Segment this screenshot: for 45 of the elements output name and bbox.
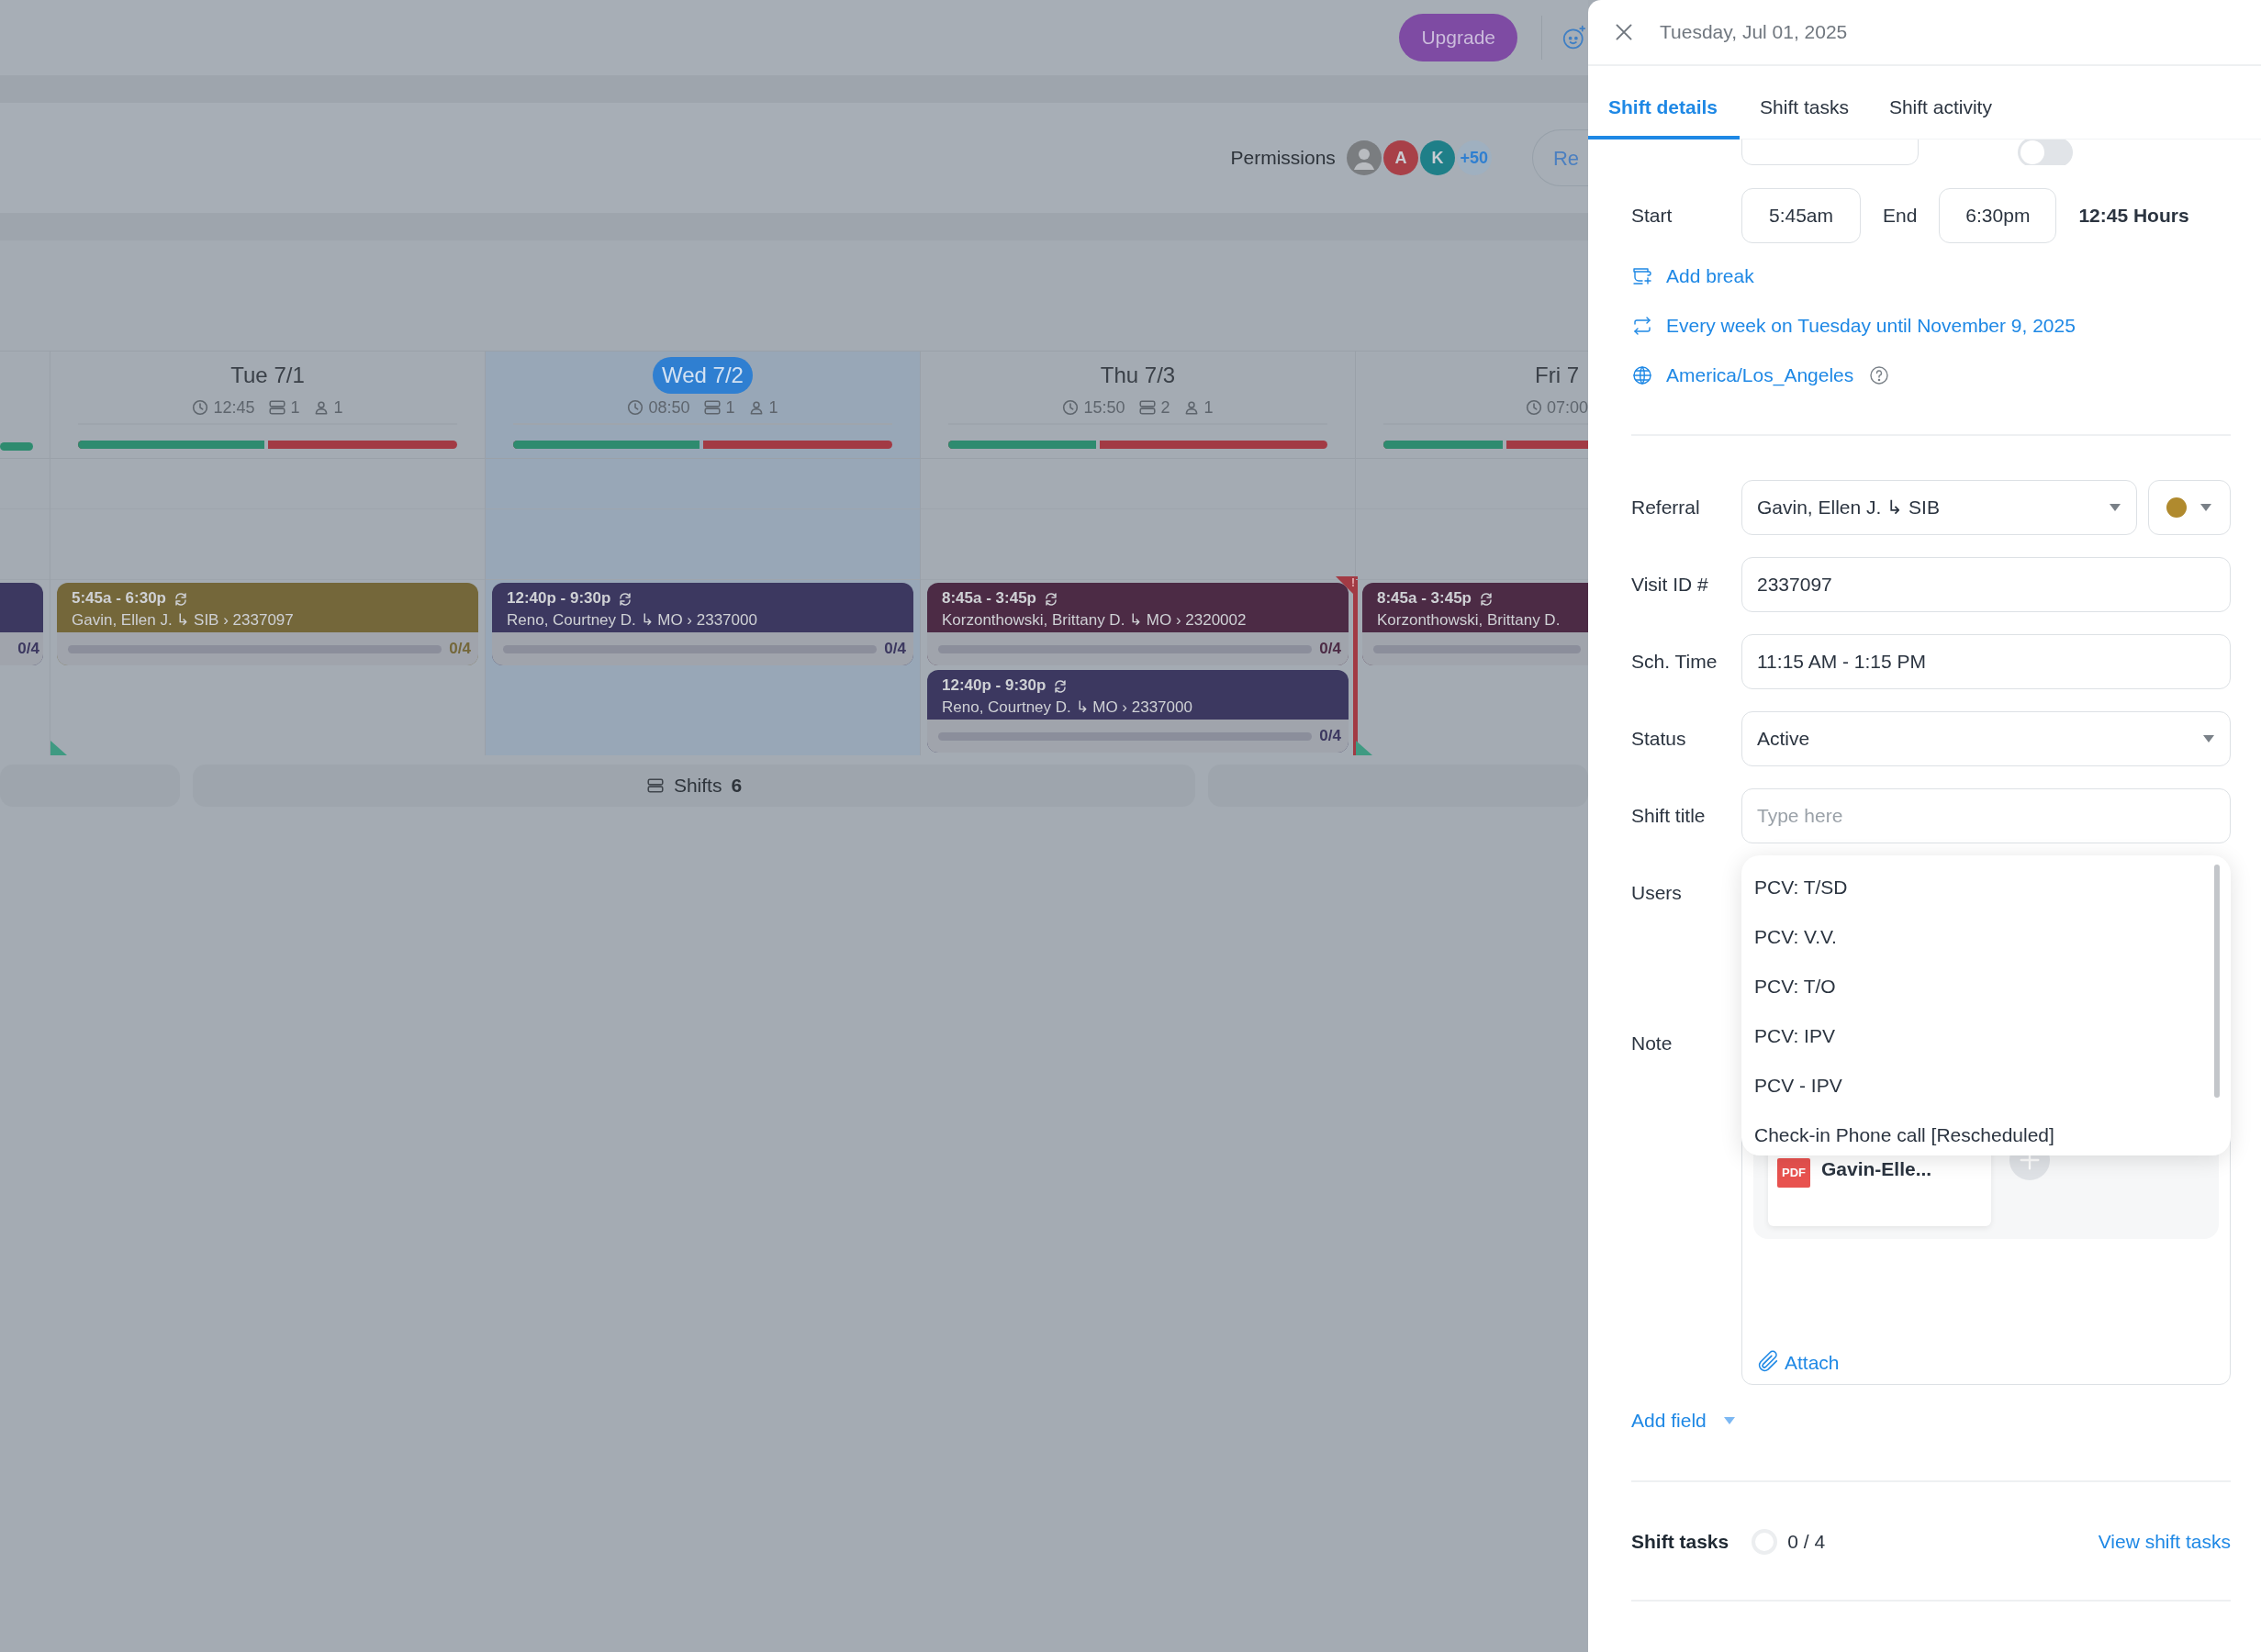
shift-time: 8:45a - 3:45p (1377, 588, 1472, 608)
shifts-label: Shifts (673, 774, 722, 798)
user-count: 1 (768, 396, 778, 419)
file-name: Gavin-Elle... (1821, 1157, 1932, 1181)
select-value: Gavin, Ellen J. ↳ SIB (1757, 496, 1940, 520)
hours-count: 12:45 (213, 396, 255, 419)
shift-count: 2 (1160, 396, 1170, 419)
task-count: 0/4 (17, 639, 39, 660)
shift-time: 5:45a - 6:30p (72, 588, 166, 608)
task-count: 0/4 (1319, 726, 1341, 747)
shift-details: Reno, Courtney D. ↳ MO › 2337000 (942, 698, 1192, 718)
user-count: 1 (1203, 396, 1214, 419)
task-count: 0/4 (449, 639, 471, 660)
file-type-badge: PDF (1777, 1158, 1810, 1188)
shift-details: Reno, Courtney D. ↳ MO › 2337000 (507, 610, 757, 631)
field-label: Sch. Time (1631, 650, 1718, 674)
shifts-count: 6 (731, 774, 743, 798)
field-label: Users (1631, 881, 1683, 905)
panel-title: Tuesday, Jul 01, 2025 (1660, 20, 1848, 45)
hours-count: 08:50 (648, 396, 690, 419)
shift-count: 1 (725, 396, 735, 419)
field-label: Note (1631, 1032, 1673, 1055)
user-count: 1 (333, 396, 343, 419)
shift-details: Korzonthowski, Brittany D. ↳ MO › 2320002 (942, 610, 1247, 631)
select-value: Active (1757, 727, 1810, 752)
duration-text: 12:45 Hours (2078, 204, 2189, 229)
task-count: 0 / 4 (1787, 1530, 1826, 1555)
permissions-label: Permissions (1230, 146, 1336, 171)
field-label: Visit ID # (1631, 573, 1709, 597)
field-label: Shift title (1631, 804, 1707, 828)
end-label: End (1883, 204, 1918, 229)
task-count: 0/4 (1319, 639, 1341, 660)
task-count: 0/4 (884, 639, 906, 660)
shift-details: Korzonthowski, Brittany D. (1377, 610, 1561, 631)
field-label: Referral (1631, 496, 1701, 519)
shift-count: 1 (290, 396, 300, 419)
start-label: Start (1631, 204, 1673, 228)
shift-time: 12:40p - 9:30p (507, 588, 611, 608)
shift-time: 12:40p - 9:30p (942, 675, 1047, 696)
field-label: Status (1631, 727, 1687, 751)
hours-count: 07:00 (1546, 396, 1588, 419)
shift-details: Gavin, Ellen J. ↳ SIB › 2337097 (72, 610, 294, 631)
shift-time: 8:45a - 3:45p (942, 588, 1036, 608)
hours-count: 15:50 (1083, 396, 1125, 419)
section-title: Shift tasks (1631, 1530, 1729, 1555)
